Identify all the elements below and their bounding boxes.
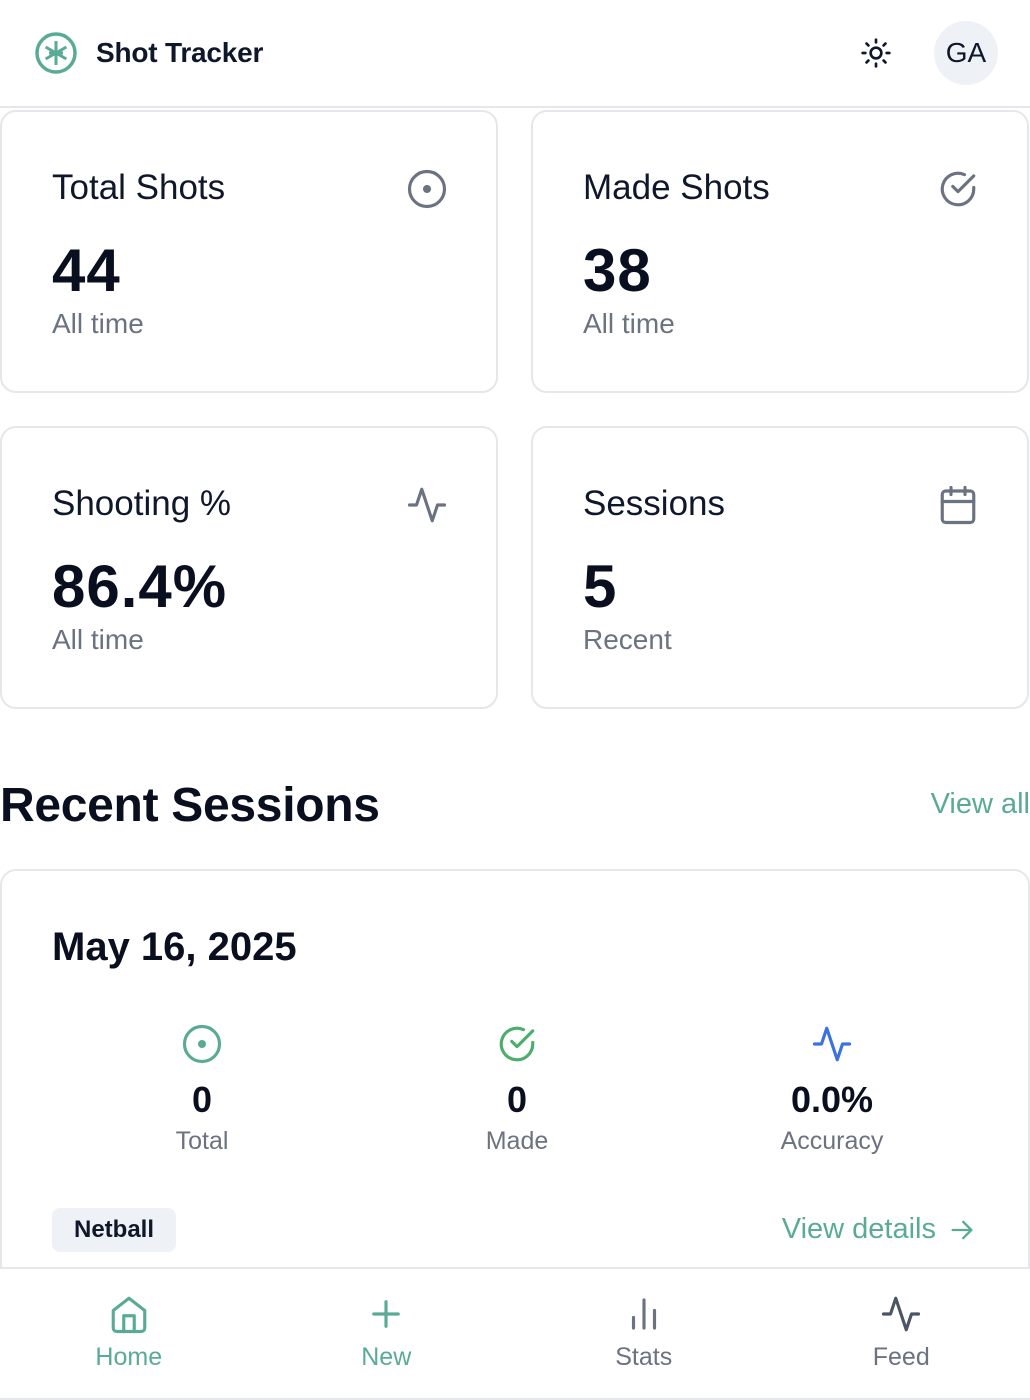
activity-icon	[407, 487, 447, 523]
recent-sessions-heading: Recent Sessions	[0, 779, 380, 832]
bar-chart-icon	[631, 1298, 656, 1330]
nav-item-feed[interactable]: Feed	[773, 1269, 1030, 1398]
nav-label: Feed	[872, 1343, 930, 1371]
plus-icon	[372, 1300, 401, 1328]
nav-label: Home	[95, 1343, 163, 1371]
activity-icon	[882, 1296, 921, 1332]
session-date: May 16, 2025	[52, 925, 297, 969]
target-icon	[182, 1024, 222, 1064]
metric-accuracy: 0.0% Accuracy	[712, 1023, 952, 1156]
activity-icon	[812, 1026, 852, 1062]
nav-label: Stats	[615, 1343, 673, 1371]
stat-value: 44	[52, 237, 121, 304]
view-details-label: View details	[781, 1213, 936, 1245]
stat-sub: All time	[52, 624, 144, 655]
check-circle-icon	[499, 1026, 535, 1062]
metric-made: 0 Made	[397, 1023, 637, 1156]
stat-card-shooting-percentage: Shooting % 86.4% All time	[0, 426, 498, 709]
metric-value: 0	[191, 1079, 213, 1120]
stat-label: Total Shots	[52, 168, 226, 207]
stat-label: Made Shots	[583, 168, 770, 207]
sport-tag: Netball	[52, 1208, 177, 1252]
stat-sub: All time	[52, 308, 144, 339]
stat-card-sessions: Sessions 5 Recent	[531, 426, 1029, 709]
stat-value: 86.4%	[52, 553, 228, 620]
target-icon	[407, 169, 447, 209]
theme-toggle-button[interactable]	[858, 35, 894, 71]
nav-item-new[interactable]: New	[258, 1269, 516, 1398]
stat-card-total-shots: Total Shots 44 All time	[0, 110, 498, 393]
bottom-nav: Home New Stats Feed	[0, 1267, 1030, 1400]
check-circle-icon	[940, 171, 976, 207]
stat-sub: Recent	[583, 624, 672, 655]
user-avatar[interactable]: GA	[934, 21, 998, 85]
metric-value: 0	[506, 1079, 528, 1120]
metric-total: 0 Total	[82, 1023, 322, 1156]
stat-label: Shooting %	[52, 484, 232, 523]
nav-label: New	[361, 1343, 412, 1371]
metric-label: Total	[175, 1127, 229, 1155]
view-all-link[interactable]: View all	[931, 788, 1030, 821]
stat-card-made-shots: Made Shots 38 All time	[531, 110, 1029, 393]
sun-icon	[861, 38, 891, 68]
session-card[interactable]: May 16, 2025 0 Total 0 Made 0.0% Accurac…	[0, 869, 1030, 1289]
metric-value: 0.0%	[790, 1079, 874, 1120]
stat-label: Sessions	[583, 484, 726, 523]
metric-label: Made	[485, 1127, 549, 1155]
calendar-icon	[940, 485, 976, 525]
home-icon	[111, 1296, 147, 1334]
arrow-right-icon	[951, 1220, 973, 1239]
metric-label: Accuracy	[780, 1127, 884, 1155]
nav-item-stats[interactable]: Stats	[515, 1269, 773, 1398]
app-header: Shot Tracker GA	[0, 0, 1030, 108]
stat-value: 5	[583, 553, 618, 620]
view-details-link[interactable]: View details	[782, 1213, 976, 1246]
nav-item-home[interactable]: Home	[0, 1269, 258, 1398]
asterisk-logo-icon	[35, 32, 77, 74]
stat-sub: All time	[583, 308, 675, 339]
app-title: Shot Tracker	[96, 37, 264, 68]
stat-value: 38	[583, 237, 652, 304]
brand[interactable]: Shot Tracker	[34, 31, 263, 75]
